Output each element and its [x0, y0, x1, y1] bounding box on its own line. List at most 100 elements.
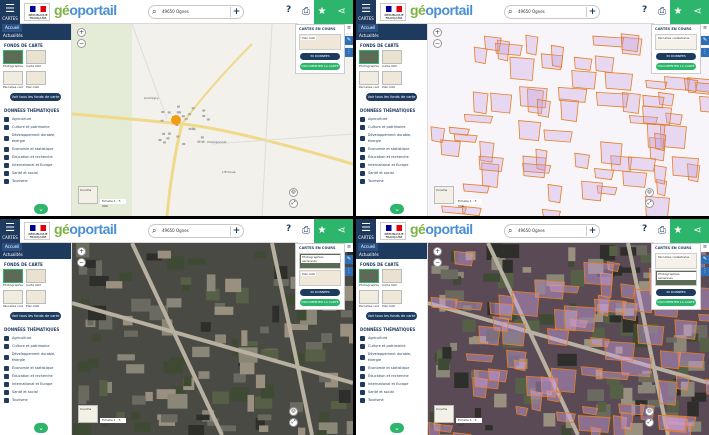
zoom-out-button[interactable]: −: [433, 39, 442, 48]
active-layer[interactable]: Photographies aériennes: [299, 253, 341, 269]
search-box[interactable]: ⌕ 49650 Ognes +: [504, 5, 600, 19]
minimap[interactable]: Couche: [78, 405, 98, 423]
menu-button[interactable]: ☰ CARTES: [0, 219, 20, 243]
fond-item[interactable]: Carte IGN: [26, 50, 46, 68]
active-layer[interactable]: Parcelles cadastrales: [655, 253, 697, 269]
share-button[interactable]: ⋖: [686, 219, 709, 243]
donnees-button[interactable]: 30 DONNÉES: [300, 289, 340, 296]
zoom-in-button[interactable]: +: [433, 247, 442, 256]
settings-icon[interactable]: ⋮: [345, 267, 353, 276]
fond-item[interactable]: Parcelles cadastrales: [3, 290, 23, 308]
fond-item[interactable]: Parcelles cadastrales: [359, 290, 379, 308]
wrench-icon[interactable]: ✎: [345, 255, 353, 264]
settings-icon[interactable]: ⋮: [701, 267, 709, 276]
wrench-icon[interactable]: ✎: [701, 36, 709, 45]
search-box[interactable]: ⌕ 49650 Ognes +: [504, 224, 600, 238]
fullscreen-icon[interactable]: ⤢: [289, 418, 298, 427]
scroll-down-button[interactable]: ⌄: [390, 204, 404, 214]
fond-item[interactable]: Plan IGN: [26, 290, 46, 308]
theme-item[interactable]: Tourisme: [356, 396, 427, 404]
tab-home[interactable]: Accueil: [358, 24, 379, 32]
donnees-button[interactable]: 30 DONNÉES: [656, 289, 696, 296]
theme-item[interactable]: Économie et statistique: [356, 145, 427, 153]
search-input[interactable]: 49650 Ognes: [518, 9, 545, 14]
voir-fonds-button[interactable]: Voir tous les fonds de carte: [10, 93, 61, 101]
search-input[interactable]: 49650 Ognes: [162, 9, 189, 14]
fond-item[interactable]: Parcelles cadastrales: [3, 71, 23, 89]
tab-news[interactable]: Actualités: [3, 251, 23, 259]
print-button[interactable]: ⎙: [298, 219, 314, 243]
geolocate-icon[interactable]: ◎: [289, 188, 298, 197]
theme-item[interactable]: International et Europe: [0, 380, 71, 388]
fond-item[interactable]: Carte IGN: [26, 269, 46, 287]
fond-item[interactable]: Photographies aériennes: [3, 269, 23, 287]
print-button[interactable]: ⎙: [298, 0, 314, 24]
fond-item[interactable]: Plan IGN: [382, 71, 402, 89]
help-button[interactable]: ?: [286, 224, 291, 234]
settings-icon[interactable]: ⋮: [345, 48, 353, 57]
theme-item[interactable]: International et Europe: [356, 380, 427, 388]
donnees-button[interactable]: 30 DONNÉES: [300, 53, 340, 60]
theme-item[interactable]: Éducation et recherche: [356, 372, 427, 380]
theme-item[interactable]: Culture et patrimoine: [0, 123, 71, 131]
wrench-icon[interactable]: ✎: [345, 36, 353, 45]
minimap[interactable]: Couche: [434, 405, 454, 423]
theme-item[interactable]: Culture et patrimoine: [356, 342, 427, 350]
theme-item[interactable]: Santé et social: [0, 169, 71, 177]
documenter-button[interactable]: DOCUMENTER LA CARTE: [656, 63, 696, 70]
documenter-button[interactable]: DOCUMENTER LA CARTE: [300, 63, 340, 70]
theme-item[interactable]: Agriculture: [0, 115, 71, 123]
geolocate-icon[interactable]: ◎: [645, 407, 654, 416]
theme-item[interactable]: Santé et social: [356, 169, 427, 177]
scroll-down-button[interactable]: ⌄: [390, 423, 404, 433]
geolocate-icon[interactable]: ◎: [289, 407, 298, 416]
tab-home[interactable]: Accueil: [358, 243, 379, 251]
zoom-out-button[interactable]: −: [77, 258, 86, 267]
fond-item[interactable]: Photographies aériennes: [3, 50, 23, 68]
layers-icon[interactable]: ≡: [701, 24, 709, 33]
fullscreen-icon[interactable]: ⤢: [289, 199, 298, 208]
geoportail-logo[interactable]: géoportail: [410, 221, 473, 237]
theme-item[interactable]: Développement durable, énergie: [0, 131, 71, 145]
advanced-search-button[interactable]: +: [586, 226, 598, 236]
theme-item[interactable]: Santé et social: [356, 388, 427, 396]
theme-item[interactable]: Éducation et recherche: [356, 153, 427, 161]
active-layer[interactable]: Plan IGN: [299, 270, 341, 286]
print-button[interactable]: ⎙: [654, 0, 670, 24]
fond-item[interactable]: Photographies aériennes: [359, 269, 379, 287]
theme-item[interactable]: Éducation et recherche: [0, 153, 71, 161]
active-layer[interactable]: Plan IGN: [299, 34, 341, 50]
theme-item[interactable]: Agriculture: [0, 334, 71, 342]
minimap[interactable]: Couche: [78, 186, 98, 204]
theme-item[interactable]: Développement durable, énergie: [356, 131, 427, 145]
theme-item[interactable]: Économie et statistique: [0, 145, 71, 153]
print-button[interactable]: ⎙: [654, 219, 670, 243]
favorite-button[interactable]: ★: [314, 219, 330, 243]
documenter-button[interactable]: DOCUMENTER LA CARTE: [656, 299, 696, 306]
tab-news[interactable]: Actualités: [359, 251, 379, 259]
zoom-out-button[interactable]: −: [77, 39, 86, 48]
geoportail-logo[interactable]: géoportail: [54, 221, 117, 237]
theme-item[interactable]: Agriculture: [356, 334, 427, 342]
advanced-search-button[interactable]: +: [230, 226, 242, 236]
tab-home[interactable]: Accueil: [2, 24, 23, 32]
documenter-button[interactable]: DOCUMENTER LA CARTE: [300, 299, 340, 306]
geoportail-logo[interactable]: géoportail: [410, 2, 473, 18]
theme-item[interactable]: Tourisme: [0, 396, 71, 404]
theme-item[interactable]: Culture et patrimoine: [0, 342, 71, 350]
theme-item[interactable]: Tourisme: [0, 177, 71, 185]
minimap[interactable]: Couche: [434, 186, 454, 204]
active-layer[interactable]: Parcelles cadastrales: [655, 34, 697, 50]
tab-news[interactable]: Actualités: [3, 32, 23, 40]
share-button[interactable]: ⋖: [330, 219, 353, 243]
fullscreen-icon[interactable]: ⤢: [645, 418, 654, 427]
zoom-in-button[interactable]: +: [77, 28, 86, 37]
help-button[interactable]: ?: [286, 5, 291, 15]
theme-item[interactable]: Économie et statistique: [356, 364, 427, 372]
scroll-down-button[interactable]: ⌄: [34, 423, 48, 433]
theme-item[interactable]: Développement durable, énergie: [356, 350, 427, 364]
layers-icon[interactable]: ≡: [701, 243, 709, 252]
voir-fonds-button[interactable]: Voir tous les fonds de carte: [10, 312, 61, 320]
share-button[interactable]: ⋖: [330, 0, 353, 24]
fullscreen-icon[interactable]: ⤢: [645, 199, 654, 208]
